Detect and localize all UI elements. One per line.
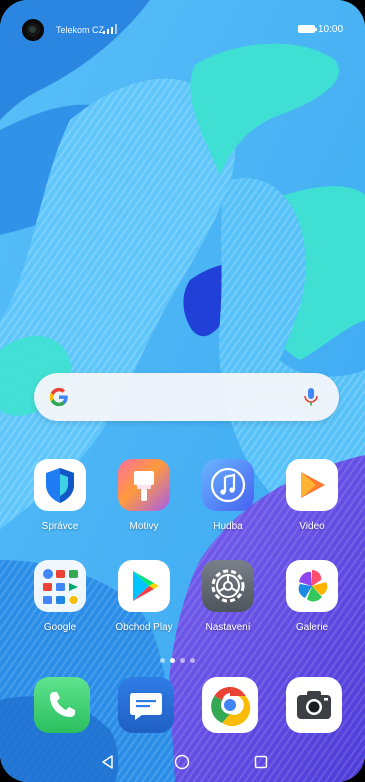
dock-messages-app[interactable] [118,677,174,733]
status-bar: Telekom CZ 10:00 [0,0,365,46]
app-hudba[interactable]: Hudba [188,459,268,549]
music-note-icon [202,459,254,511]
home-circle-icon[interactable] [174,754,190,770]
paint-brush-icon [118,459,170,511]
page-dot [190,658,195,663]
app-google-folder[interactable]: Google [20,560,100,650]
app-galerie[interactable]: Galerie [272,560,352,650]
app-label: Galerie [295,622,329,633]
home-screen: Telekom CZ 10:00 Správce Motivy Hudba Vi… [0,0,365,782]
google-g-icon [49,387,68,407]
app-nastaveni[interactable]: Nastavení [188,560,268,650]
app-label: Hudba [213,521,243,532]
page-dot [160,658,165,663]
play-store-icon [118,560,170,612]
chrome-icon [211,687,251,727]
app-spravce[interactable]: Správce [20,459,100,549]
app-label: Motivy [129,521,159,532]
app-video[interactable]: Video [272,459,352,549]
play-icon [286,459,338,511]
signal-icon [103,24,117,34]
dock-chrome-app[interactable] [202,677,258,733]
app-label: Správce [41,521,79,532]
app-label: Google [43,622,77,633]
dock-camera-app[interactable] [286,677,342,733]
page-dot-active [170,658,175,663]
back-triangle-icon[interactable] [100,754,116,770]
dock-phone-app[interactable] [34,677,90,733]
shield-icon [34,459,86,511]
phone-icon [50,692,75,717]
app-motivy[interactable]: Motivy [104,459,184,549]
app-label: Video [299,521,325,532]
camera-icon [297,691,331,719]
gear-icon [202,560,254,612]
status-clock: 10:00 [318,24,344,35]
front-camera [22,19,44,41]
google-search-bar[interactable] [34,373,339,421]
google-folder-icon [34,560,86,612]
battery-icon [298,25,317,33]
app-label: Nastavení [205,622,251,633]
pinwheel-icon [286,560,338,612]
page-indicator[interactable] [160,656,206,666]
app-obchod-play[interactable]: Obchod Play [104,560,184,650]
messages-icon [130,693,162,720]
app-label: Obchod Play [115,622,173,633]
navigation-bar [0,744,365,782]
carrier-name: Telekom CZ [56,25,105,35]
mic-icon[interactable] [299,385,323,409]
page-dot [180,658,185,663]
recents-square-icon[interactable] [254,755,268,769]
